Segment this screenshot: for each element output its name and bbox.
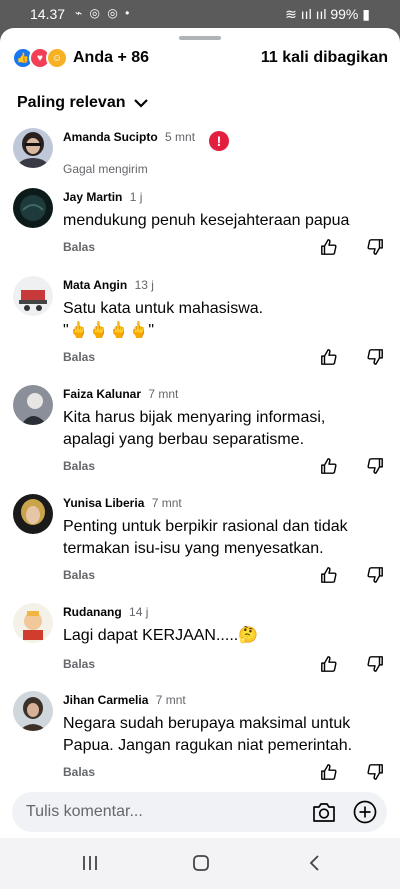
error-icon[interactable]: ! xyxy=(209,131,229,151)
comment-time: 7 mnt xyxy=(151,496,182,510)
dislike-icon[interactable] xyxy=(366,457,384,475)
comment-author[interactable]: Jay Martin 1 j xyxy=(63,190,142,204)
battery-level: 99% xyxy=(330,6,359,22)
comment-text: Negara sudah berupaya maksimal untuk Pap… xyxy=(63,715,353,754)
sort-dropdown[interactable]: Paling relevan xyxy=(17,94,148,112)
comment-time: 1 j xyxy=(129,190,143,204)
avatar[interactable] xyxy=(13,385,53,425)
recent-apps-icon[interactable] xyxy=(80,853,100,873)
avatar-image xyxy=(13,276,53,316)
camera-icon[interactable] xyxy=(312,801,336,823)
like-icon[interactable] xyxy=(320,348,338,366)
comment-author[interactable]: Amanda Sucipto 5 mnt xyxy=(63,130,195,144)
avatar[interactable] xyxy=(13,494,53,534)
reactions-summary[interactable]: 👍 ♥ ☺ Anda + 86 xyxy=(12,47,150,69)
like-icon[interactable] xyxy=(320,238,338,256)
comment-author[interactable]: Jihan Carmelia 7 mnt xyxy=(63,693,186,707)
dislike-icon[interactable] xyxy=(366,566,384,584)
avatar-image xyxy=(13,691,53,731)
wifi-signal-icon: ≋ ııl ııl xyxy=(285,6,327,22)
avatar[interactable] xyxy=(13,691,53,731)
back-icon[interactable] xyxy=(305,853,325,873)
like-icon[interactable] xyxy=(320,566,338,584)
avatar[interactable] xyxy=(13,603,53,643)
status-right: ≋ ııl ııl 99% ▮ xyxy=(285,6,370,23)
dislike-icon[interactable] xyxy=(366,238,384,256)
status-bar: 14.37 ⌁ ◎ ◎ • ≋ ııl ııl 99% ▮ xyxy=(0,0,400,28)
comment-text: Penting untuk berpikir rasional dan tida… xyxy=(63,518,348,557)
avatar[interactable] xyxy=(13,188,53,228)
comment-text-line-2: "🖕🖕🖕🖕" xyxy=(63,322,155,339)
avatar-image xyxy=(13,603,53,643)
comment-time: 5 mnt xyxy=(165,130,196,144)
comment-author[interactable]: Yunisa Liberia 7 mnt xyxy=(63,496,182,510)
add-attachment-icon[interactable] xyxy=(353,800,377,824)
comment-time: 14 j xyxy=(129,605,149,619)
comment-text: Lagi dapat KERJAAN.....🤔 xyxy=(63,627,259,644)
comment-author[interactable]: Faiza Kalunar 7 mnt xyxy=(63,387,178,401)
avatar-image xyxy=(13,385,53,425)
comment-text: Satu kata untuk mahasiswa. xyxy=(63,300,264,317)
status-time: 14.37 xyxy=(30,6,66,22)
reply-button[interactable]: Balas xyxy=(63,459,95,473)
reply-button[interactable]: Balas xyxy=(63,765,95,779)
reply-button[interactable]: Balas xyxy=(63,350,95,364)
dislike-icon[interactable] xyxy=(366,655,384,673)
comment-text: Kita harus bijak menyaring informasi, ap… xyxy=(63,409,326,448)
comment-time: 7 mnt xyxy=(148,387,179,401)
avatar[interactable] xyxy=(13,276,53,316)
like-icon[interactable] xyxy=(320,655,338,673)
comment-placeholder: Tulis komentar... xyxy=(26,803,143,820)
battery-icon: ▮ xyxy=(362,6,370,22)
notification-icons: ⌁ ◎ ◎ • xyxy=(75,6,132,20)
avatar-image xyxy=(13,494,53,534)
comment-author[interactable]: Mata Angin 13 j xyxy=(63,278,154,292)
avatar[interactable] xyxy=(13,128,53,168)
like-icon[interactable] xyxy=(320,763,338,781)
care-reaction-icon: ☺ xyxy=(46,47,68,69)
home-icon[interactable] xyxy=(191,853,211,873)
avatar-image xyxy=(13,128,53,168)
like-icon[interactable] xyxy=(320,457,338,475)
reply-button[interactable]: Balas xyxy=(63,240,95,254)
chevron-down-icon xyxy=(133,99,148,108)
comment-author[interactable]: Rudanang 14 j xyxy=(63,605,148,619)
send-failed-status[interactable]: Gagal mengirim xyxy=(63,162,148,176)
comment-text: mendukung penuh kesejahteraan papua xyxy=(63,212,350,229)
sheet-drag-handle[interactable] xyxy=(179,36,221,40)
sort-label: Paling relevan xyxy=(17,94,126,111)
avatar-image xyxy=(13,188,53,228)
dislike-icon[interactable] xyxy=(366,763,384,781)
comment-time: 7 mnt xyxy=(155,693,186,707)
comments-sheet: 👍 ♥ ☺ Anda + 86 11 kali dibagikan Paling… xyxy=(0,28,400,838)
shares-count[interactable]: 11 kali dibagikan xyxy=(261,49,388,67)
dislike-icon[interactable] xyxy=(366,348,384,366)
comment-input[interactable]: Tulis komentar... xyxy=(12,792,387,832)
reactions-count: Anda + 86 xyxy=(73,49,150,66)
comment-time: 13 j xyxy=(134,278,154,292)
system-nav-bar xyxy=(0,838,400,889)
reply-button[interactable]: Balas xyxy=(63,568,95,582)
reply-button[interactable]: Balas xyxy=(63,657,95,671)
